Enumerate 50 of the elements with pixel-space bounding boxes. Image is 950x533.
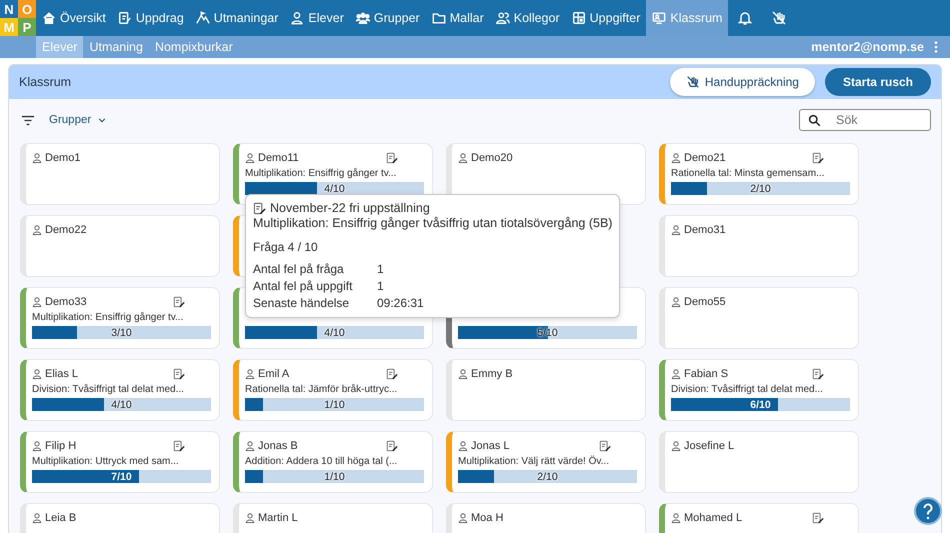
student-name: Filip H	[32, 440, 76, 452]
stat-value: 09:26:31	[377, 296, 424, 310]
stat-label: Senaste händelse	[253, 296, 350, 310]
task-name: Multiplikation: Uttryck med sam...	[32, 456, 180, 469]
student-name: Josefine L	[671, 440, 734, 452]
tooltip-task: Multiplikation: Ensiffrig gånger tvåsiffrig utan tiotalsövergång (5B)	[253, 216, 612, 230]
progress-text: 3/10	[111, 326, 132, 338]
student-name: Jonas L	[458, 440, 510, 452]
task-name: Multiplikation: Ensiffrig gånger tv...	[245, 168, 398, 181]
student-name: Emmy B	[458, 368, 513, 380]
progress-text: 4/10	[111, 398, 132, 410]
progress-text: 4/10	[324, 326, 345, 338]
logo-letter: N	[0, 0, 18, 18]
student-name: Jonas B	[245, 440, 298, 452]
student-name: Demo55	[671, 296, 726, 308]
student-name: Moa H	[458, 512, 504, 524]
stat-label: Antal fel på fråga	[253, 262, 345, 276]
student-name: Demo33	[32, 296, 87, 308]
progress-text: 1/10	[324, 398, 345, 410]
task-name: Rationella tal: Jämför bråk-uttryc...	[245, 384, 398, 397]
task-name: Multiplikation: Ensiffrig gånger tv...	[32, 312, 184, 325]
progress-text: 2/10	[537, 470, 558, 482]
progress-text: 2/10	[750, 182, 771, 194]
task-name: Division: Tvåsiffrigt tal delat med...	[671, 384, 824, 397]
progress-text: 6/10	[750, 398, 771, 410]
panel-title: Klassrum	[19, 75, 72, 89]
student-name: Martin L	[245, 512, 298, 524]
task-name: Multiplikation: Välj rätt värde! Öv...	[458, 456, 610, 469]
task-name: Division: Tvåsiffrigt tal delat med...	[32, 384, 185, 397]
student-name: Demo22	[32, 224, 87, 236]
student-name: Demo21	[671, 152, 726, 164]
task-name: Rationella tal: Minsta gemensam...	[671, 168, 826, 181]
question-counter: Fråga 4 / 10	[253, 240, 319, 254]
student-name: Elias L	[32, 368, 78, 380]
student-name: Mohamed L	[671, 512, 742, 524]
student-name: Emil A	[245, 368, 290, 380]
progress-text: 1/10	[324, 470, 345, 482]
student-name: Fabian S	[671, 368, 728, 380]
logo-letter: O	[18, 0, 36, 18]
progress-text: 4/10	[324, 182, 345, 194]
progress-text: 7/10	[111, 470, 132, 482]
logo-letter: M	[0, 18, 18, 36]
student-name: Demo20	[458, 152, 513, 164]
student-name: Demo31	[671, 224, 726, 236]
logo-letter: P	[18, 18, 36, 36]
stat-value: 1	[377, 262, 384, 276]
student-name: Demo1	[32, 152, 80, 164]
student-name: Leia B	[32, 512, 76, 524]
student-name: Demo11	[245, 152, 299, 164]
task-name: Addition: Addera 10 till höga tal (...	[245, 456, 398, 469]
